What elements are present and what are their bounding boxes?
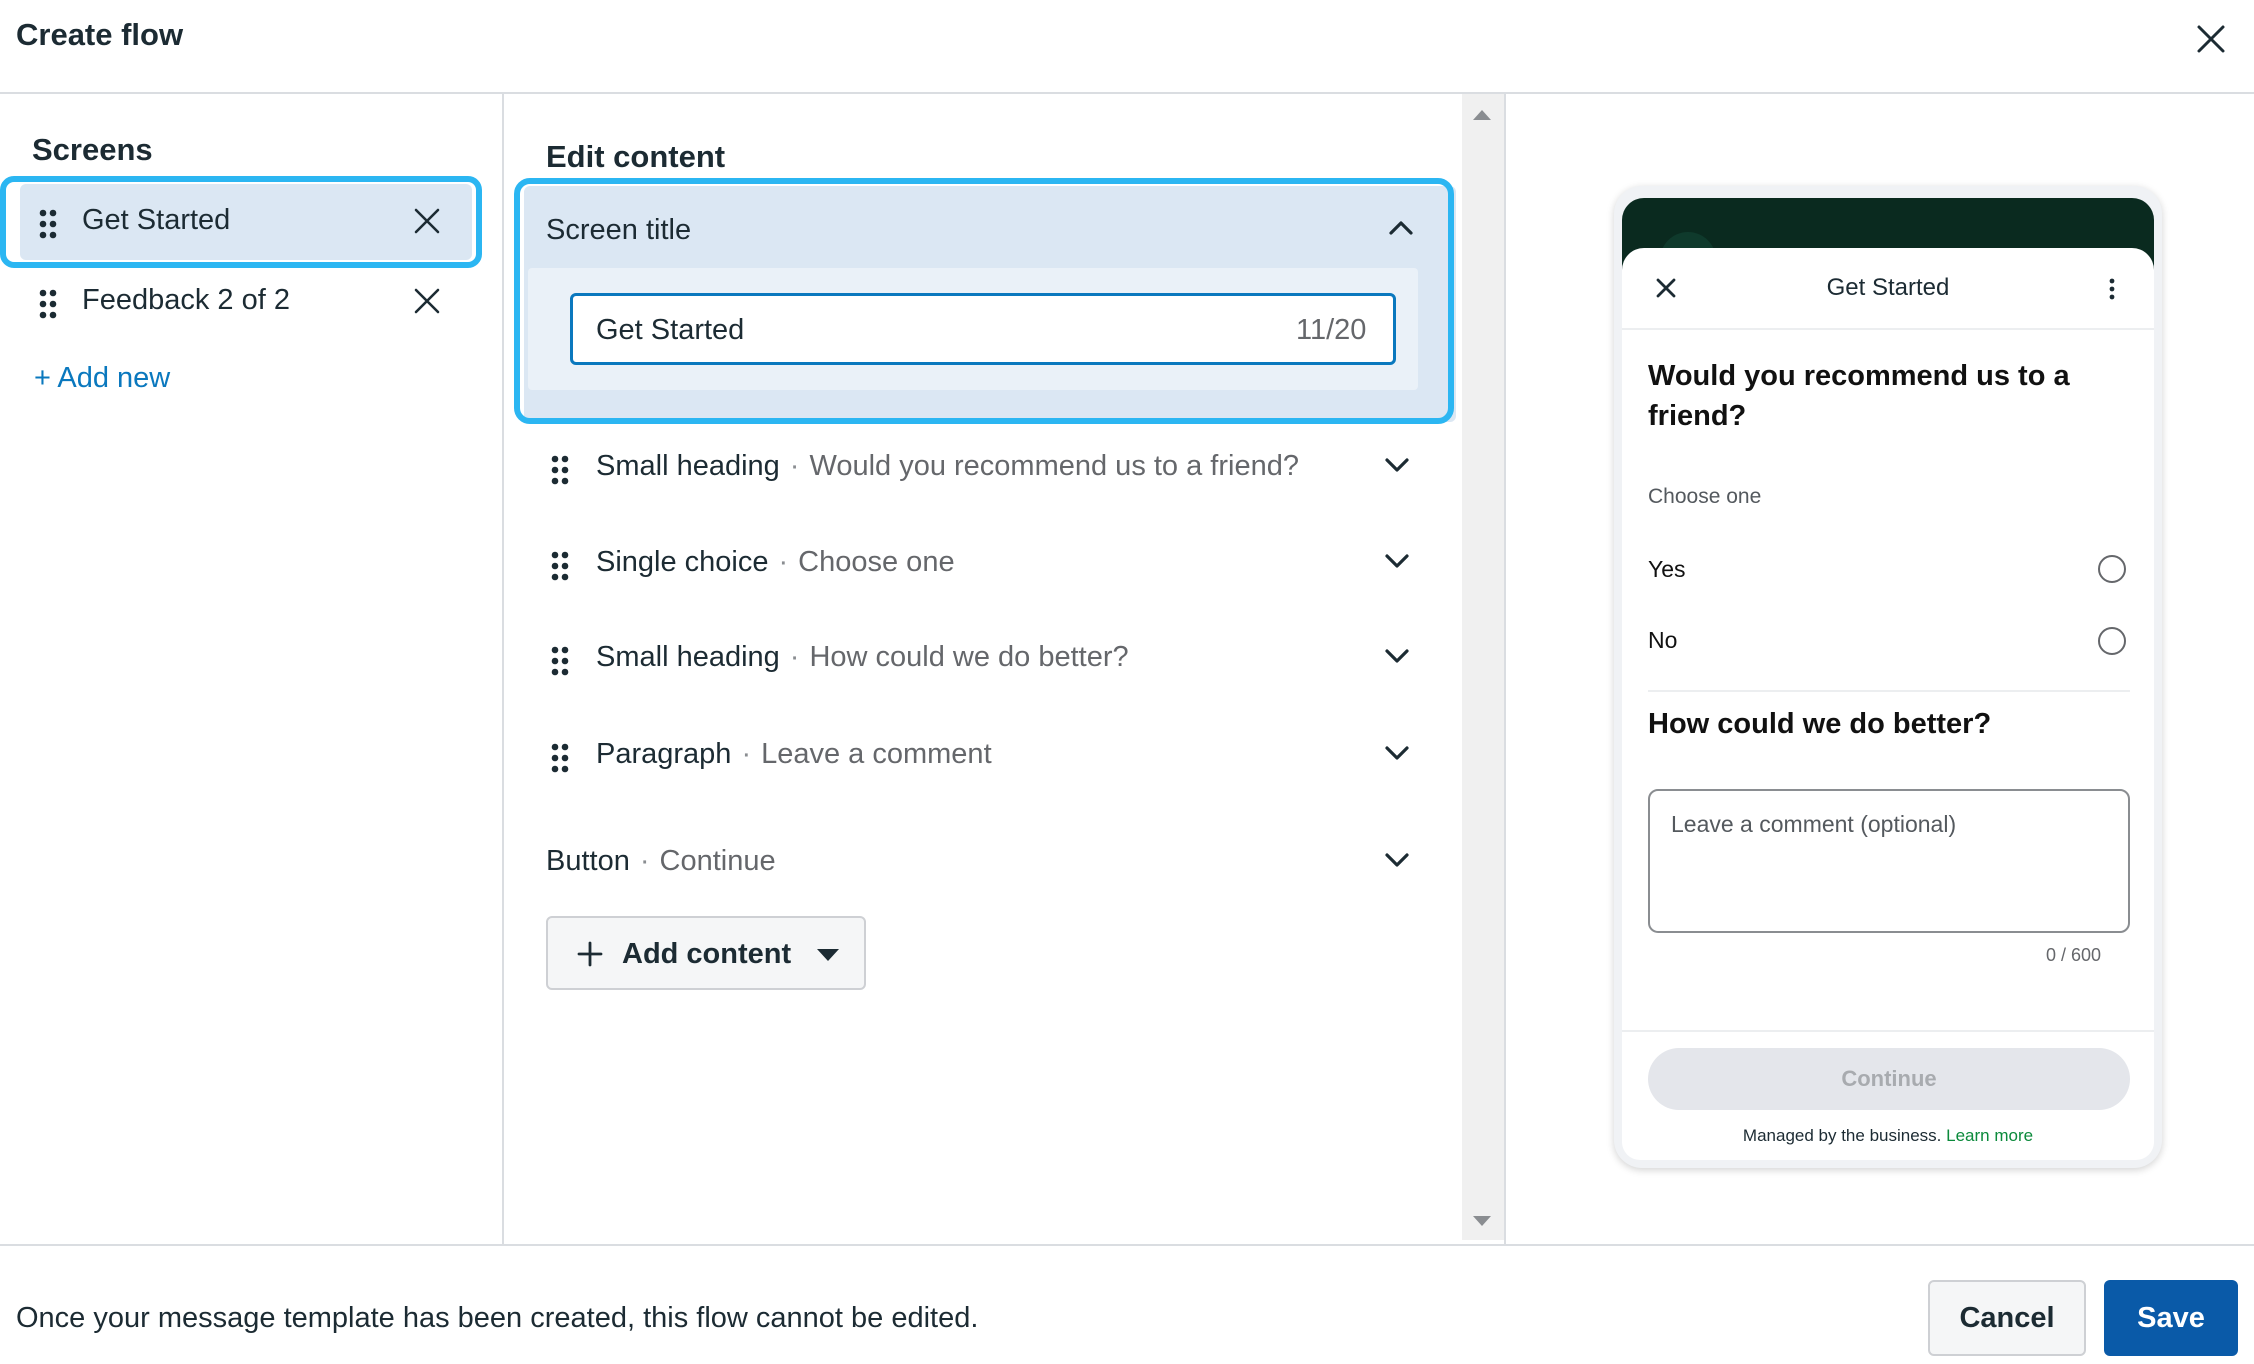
managed-text: Managed by the business. [1742,1126,1942,1145]
content-row-type: Paragraph [596,738,732,770]
editor-scrollbar[interactable] [1462,94,1504,1240]
content-row-button[interactable]: Button · Continue [546,837,1430,887]
separator: · [789,641,800,673]
content-row-type: Small heading [596,450,780,482]
selected-screen-highlight [0,176,482,268]
drag-handle-icon[interactable] [38,288,58,320]
more-options-icon [2106,276,2118,302]
learn-more-link: Learn more [1946,1126,2034,1145]
drag-handle-icon[interactable] [550,454,570,486]
expand-row-button[interactable] [1384,851,1410,869]
drag-handle-icon[interactable] [550,550,570,582]
scroll-down-arrow-icon[interactable] [1472,1214,1492,1228]
content-row-value: Would you recommend us to a friend? [809,450,1299,482]
content-row-value: How could we do better? [809,641,1129,673]
preview-panel-divider [1504,94,1506,1244]
preview-char-counter: 0 / 600 [2046,945,2102,965]
preview-managed-note: Managed by the business. Learn more [1622,1126,2154,1146]
radio-icon [2098,555,2126,583]
header-divider [0,92,2254,94]
close-dialog-button[interactable] [2194,22,2228,56]
expand-row-button[interactable] [1384,744,1410,762]
preview-continue-button: Continue [1648,1048,2130,1110]
preview-screen-title: Get Started [1826,274,1950,301]
save-button[interactable]: Save [2104,1280,2238,1356]
content-row-small-heading[interactable]: Small heading · How could we do better? [550,633,1430,683]
close-icon [414,288,440,314]
expand-row-button[interactable] [1384,552,1410,570]
content-row-paragraph[interactable]: Paragraph · Leave a comment [550,730,1430,780]
content-row-value: Choose one [798,546,955,578]
content-row-type: Single choice [596,546,769,578]
screens-panel-divider [502,94,504,1244]
separator: · [639,845,650,877]
content-row-small-heading[interactable]: Small heading · Would you recommend us to … [550,442,1430,492]
preview-divider [1648,690,2130,692]
separator: · [778,546,789,578]
chevron-down-icon [1385,853,1409,867]
expand-row-button[interactable] [1384,647,1410,665]
chevron-down-icon [1385,746,1409,760]
preview-footer-divider [1622,1030,2154,1032]
content-row-value: Leave a comment [761,738,992,770]
preview-option-no: No [1648,627,1678,653]
close-icon [2197,25,2225,53]
preview-question-heading: Would you recommend us to a friend? [1648,360,2070,432]
content-row-single-choice[interactable]: Single choice · Choose one [550,538,1430,588]
caret-down-icon [816,948,840,962]
screens-title: Screens [32,132,153,167]
content-row-type: Small heading [596,641,780,673]
chevron-down-icon [1385,649,1409,663]
separator: · [789,450,800,482]
dialog-title: Create flow [16,17,184,52]
content-row-type: Button [546,845,630,877]
expand-row-button[interactable] [1384,456,1410,474]
preview-choice-label: Choose one [1648,485,1762,508]
content-row-value: Continue [659,845,776,877]
footer-note: Once your message template has been crea… [16,1302,979,1334]
separator: · [741,738,752,770]
chevron-down-icon [1385,458,1409,472]
preview-header-divider [1622,328,2154,330]
scroll-up-arrow-icon[interactable] [1472,108,1492,122]
preview-question-heading: How could we do better? [1648,708,1992,740]
add-new-screen-link[interactable]: + Add new [34,362,170,395]
preview-comment-placeholder: Leave a comment (optional) [1671,811,1957,837]
screen-title-highlight [514,178,1454,424]
remove-screen-button[interactable] [412,286,442,316]
screen-item-label: Feedback 2 of 2 [82,284,290,316]
cancel-button[interactable]: Cancel [1928,1280,2086,1356]
radio-icon [2098,627,2126,655]
add-content-button[interactable]: Add content [546,916,866,990]
drag-handle-icon[interactable] [550,742,570,774]
add-content-label: Add content [622,938,792,970]
screen-item-feedback[interactable]: Feedback 2 of 2 [20,264,472,340]
edit-content-title: Edit content [546,139,726,174]
plus-icon [576,940,604,968]
preview-option-yes: Yes [1648,556,1686,582]
chevron-down-icon [1385,554,1409,568]
footer-divider [0,1244,2254,1246]
drag-handle-icon[interactable] [550,645,570,677]
